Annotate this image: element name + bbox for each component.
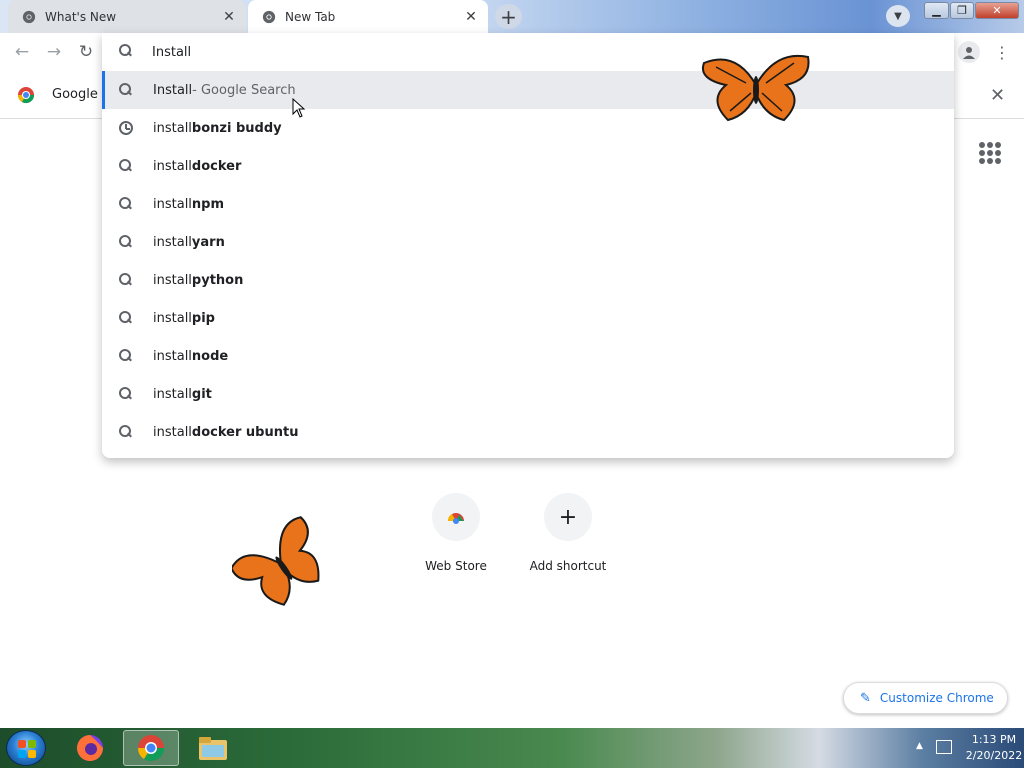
- customize-chrome-button[interactable]: ✎ Customize Chrome: [843, 682, 1008, 714]
- taskbar-clock[interactable]: 1:13 PM 2/20/2022: [964, 732, 1024, 764]
- suggestion-suffix: yarn: [191, 234, 225, 250]
- suggestion-suffix: bonzi buddy: [191, 120, 282, 136]
- chrome-icon: [22, 10, 36, 23]
- suggestion-base: install: [153, 158, 192, 174]
- search-icon: [119, 311, 132, 324]
- suggestion-suffix: node: [191, 348, 229, 364]
- suggestion-item[interactable]: Install - Google Search: [102, 71, 954, 109]
- omnibox-text: Install: [152, 44, 192, 60]
- shortcut-web-store[interactable]: Web Store: [401, 493, 511, 573]
- start-button[interactable]: [6, 730, 46, 766]
- suggestion-description: - Google Search: [192, 82, 296, 98]
- search-icon: [119, 235, 132, 248]
- suggestion-base: install: [153, 386, 192, 402]
- suggestion-base: install: [153, 234, 192, 250]
- suggestion-item[interactable]: install npm: [102, 185, 954, 223]
- tab-title: New Tab: [285, 9, 336, 24]
- shortcut-label: Add shortcut: [529, 559, 607, 573]
- close-window-button[interactable]: ✕: [975, 2, 1019, 19]
- suggestion-suffix: docker ubuntu: [191, 424, 299, 440]
- search-icon: [119, 349, 132, 362]
- reload-icon[interactable]: ↻: [74, 40, 98, 64]
- pencil-icon: ✎: [860, 690, 871, 706]
- tab-whats-new[interactable]: What's New ✕: [8, 0, 246, 33]
- suggestion-item[interactable]: install yarn: [102, 223, 954, 261]
- mouse-cursor-icon: [292, 98, 306, 118]
- omnibox-input[interactable]: Install: [102, 33, 954, 71]
- profile-avatar-icon[interactable]: [958, 41, 980, 63]
- suggestion-base: install: [153, 120, 192, 136]
- suggestion-suffix: pip: [191, 310, 215, 326]
- shortcut-add[interactable]: + Add shortcut: [513, 493, 623, 573]
- search-icon: [119, 44, 132, 57]
- suggestion-base: install: [153, 424, 192, 440]
- firefox-icon: [77, 735, 103, 761]
- menu-kebab-icon[interactable]: ⋮: [993, 41, 1011, 63]
- suggestion-suffix: docker: [191, 158, 242, 174]
- taskbar-chrome[interactable]: [123, 730, 179, 766]
- apps-grid-icon[interactable]: [979, 142, 1001, 164]
- clock-time: 1:13 PM: [971, 733, 1017, 746]
- suggestion-base: install: [153, 310, 192, 326]
- chrome-logo-icon: [17, 87, 35, 104]
- taskbar-firefox[interactable]: [62, 730, 118, 766]
- windows-logo-icon: [18, 740, 36, 758]
- close-tab-icon[interactable]: ✕: [218, 6, 240, 28]
- system-tray: ▲ 1:13 PM 2/20/2022: [896, 728, 1024, 768]
- suggestion-item[interactable]: install docker ubuntu: [102, 413, 954, 451]
- suggestion-item[interactable]: install node: [102, 337, 954, 375]
- file-explorer-icon: [199, 737, 227, 760]
- search-icon: [119, 197, 132, 210]
- suggestion-base: Install: [153, 82, 193, 98]
- suggestion-item[interactable]: install git: [102, 375, 954, 413]
- plus-icon: +: [544, 493, 592, 541]
- taskbar: ▲ 1:13 PM 2/20/2022: [0, 728, 1024, 768]
- show-hidden-icons-icon[interactable]: ▲: [916, 741, 923, 751]
- suggestion-base: install: [153, 272, 192, 288]
- suggestion-item[interactable]: install python: [102, 261, 954, 299]
- suggestion-base: install: [153, 196, 192, 212]
- omnibox-dropdown: Install Install - Google Search install …: [102, 33, 954, 458]
- suggestion-item[interactable]: install pip: [102, 299, 954, 337]
- close-info-bar-icon[interactable]: ✕: [990, 85, 1005, 106]
- tab-title: What's New: [45, 9, 117, 24]
- history-clock-icon: [119, 121, 133, 135]
- butterfly-icon: [702, 54, 810, 122]
- suggestion-suffix: git: [191, 386, 212, 402]
- taskbar-file-explorer[interactable]: [185, 730, 241, 766]
- butterfly-icon: [232, 516, 320, 606]
- suggestion-suffix: npm: [191, 196, 225, 212]
- tab-search-chevron-icon[interactable]: ▼: [886, 5, 910, 27]
- suggestion-base: install: [153, 348, 192, 364]
- minimize-button[interactable]: ▁: [924, 2, 949, 19]
- close-tab-icon[interactable]: ✕: [460, 6, 482, 28]
- suggestion-item[interactable]: install bonzi buddy: [102, 109, 954, 147]
- restore-button[interactable]: ❐: [950, 2, 974, 19]
- tab-new-tab[interactable]: New Tab ✕: [248, 0, 488, 33]
- back-arrow-icon[interactable]: ←: [10, 40, 34, 64]
- web-store-icon: [432, 493, 480, 541]
- chrome-icon: [137, 735, 165, 762]
- suggestion-suffix: python: [191, 272, 244, 288]
- customize-chrome-label: Customize Chrome: [879, 691, 994, 705]
- search-icon: [119, 83, 132, 96]
- search-icon: [119, 425, 132, 438]
- shortcut-label: Web Store: [425, 559, 487, 573]
- tab-strip: What's New ✕ New Tab ✕ + ▼ ▁ ❐ ✕: [0, 0, 1024, 33]
- network-icon[interactable]: [936, 740, 952, 754]
- search-icon: [119, 159, 132, 172]
- clock-date: 2/20/2022: [965, 749, 1023, 762]
- search-icon: [119, 387, 132, 400]
- search-icon: [119, 273, 132, 286]
- suggestion-item[interactable]: install docker: [102, 147, 954, 185]
- forward-arrow-icon[interactable]: →: [42, 40, 66, 64]
- chrome-icon: [262, 10, 276, 23]
- new-tab-button[interactable]: +: [495, 4, 522, 29]
